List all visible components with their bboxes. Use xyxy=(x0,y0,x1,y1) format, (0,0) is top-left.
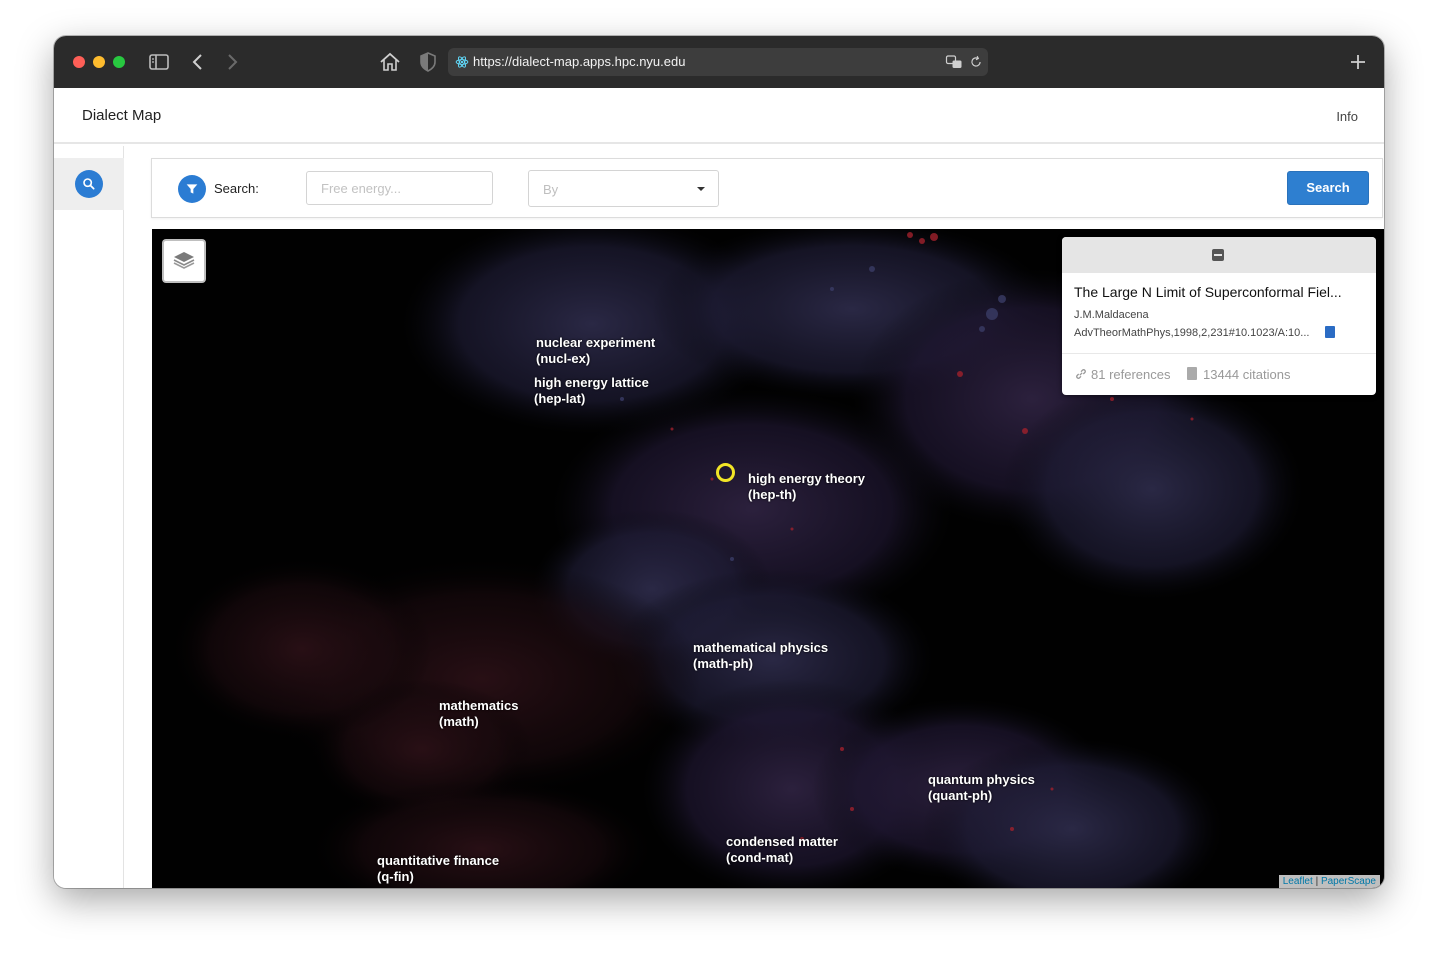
sidebar-toggle-icon[interactable] xyxy=(147,50,171,74)
close-window-button[interactable] xyxy=(73,56,85,68)
search-panel: Search: By Search xyxy=(151,158,1383,218)
back-icon[interactable] xyxy=(186,50,210,74)
search-input[interactable] xyxy=(306,171,493,205)
browser-window: https://dialect-map.apps.hpc.nyu.edu Dia… xyxy=(54,36,1384,888)
card-header[interactable] xyxy=(1062,237,1376,273)
search-label: Search: xyxy=(214,181,259,196)
paperscape-link[interactable]: PaperScape xyxy=(1321,876,1376,887)
address-bar[interactable]: https://dialect-map.apps.hpc.nyu.edu xyxy=(448,48,988,76)
leaflet-link[interactable]: Leaflet xyxy=(1283,876,1313,887)
layers-icon xyxy=(173,252,195,269)
app-brand[interactable]: Dialect Map xyxy=(82,107,161,124)
shield-icon[interactable] xyxy=(416,50,440,74)
search-icon xyxy=(75,170,103,198)
map-label-nucl-ex: nuclear experiment (nucl-ex) xyxy=(536,335,656,366)
paper-author: J.M.Maldacena xyxy=(1074,309,1149,321)
card-divider xyxy=(1062,353,1376,354)
translate-icon[interactable] xyxy=(945,54,963,70)
selected-paper-marker[interactable] xyxy=(716,463,735,482)
minimize-window-button[interactable] xyxy=(93,56,105,68)
map-label-hep-th: high energy theory (hep-th) xyxy=(748,471,866,502)
reload-icon[interactable] xyxy=(969,55,983,69)
map-label-cond-mat: condensed matter (cond-mat) xyxy=(726,834,838,865)
collapse-icon[interactable] xyxy=(1212,249,1224,261)
link-icon xyxy=(1076,369,1086,379)
map-label-hep-lat: high energy lattice (hep-lat) xyxy=(534,375,649,406)
map-label-math: mathematics (math) xyxy=(439,698,519,729)
by-select[interactable]: By xyxy=(528,170,719,207)
info-link[interactable]: Info xyxy=(1336,109,1358,124)
map-label-q-fin: quantitative finance (q-fin) xyxy=(377,853,500,884)
caret-down-icon xyxy=(697,187,705,191)
citations-count[interactable]: 13444 citations xyxy=(1203,367,1290,382)
browser-toolbar: https://dialect-map.apps.hpc.nyu.edu xyxy=(54,36,1384,88)
by-select-value: By xyxy=(543,182,559,197)
site-favicon-icon xyxy=(455,56,469,68)
map-label-math-ph: mathematical physics (math-ph) xyxy=(693,640,829,671)
filter-icon xyxy=(178,175,206,203)
map-attribution: Leaflet | PaperScape xyxy=(1278,875,1380,888)
document-icon xyxy=(1187,367,1197,380)
home-icon[interactable] xyxy=(378,50,402,74)
search-button[interactable]: Search xyxy=(1287,171,1369,205)
url-text: https://dialect-map.apps.hpc.nyu.edu xyxy=(473,54,686,69)
paper-detail-card: The Large N Limit of Superconformal Fiel… xyxy=(1062,237,1376,395)
map-label-quant-ph: quantum physics (quant-ph) xyxy=(928,772,1035,803)
references-count[interactable]: 81 references xyxy=(1091,367,1171,382)
paper-title[interactable]: The Large N Limit of Superconformal Fiel… xyxy=(1074,284,1342,300)
app-navbar: Dialect Map Info xyxy=(54,88,1384,144)
sidebar-item-search[interactable] xyxy=(54,158,124,210)
zoom-window-button[interactable] xyxy=(113,56,125,68)
layers-control-button[interactable] xyxy=(162,239,206,283)
new-tab-icon[interactable] xyxy=(1346,50,1370,74)
left-sidebar xyxy=(54,146,124,888)
paper-journal: AdvTheorMathPhys,1998,2,231#10.1023/A:10… xyxy=(1074,327,1310,339)
forward-icon[interactable] xyxy=(220,50,244,74)
pdf-icon[interactable] xyxy=(1325,326,1335,338)
